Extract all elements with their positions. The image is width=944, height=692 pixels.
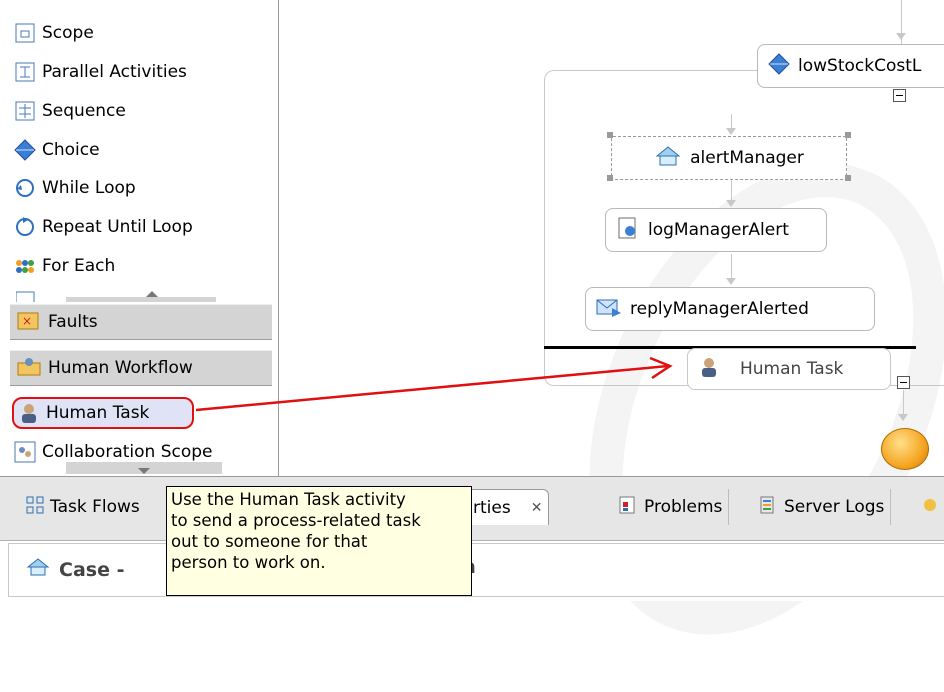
properties-view: Case - a <box>0 540 944 601</box>
tab-label: rties <box>473 497 511 518</box>
more-tabs-icon <box>920 495 940 520</box>
problems-icon <box>618 495 638 520</box>
properties-title: Case - <box>25 556 124 583</box>
tab-task-flows[interactable]: Task Flows <box>20 489 146 525</box>
task-flows-icon <box>26 496 44 519</box>
invoke-icon <box>25 556 51 583</box>
view-tab-bar: Task Flows rties ✕ Problems Server Logs <box>0 476 944 547</box>
properties-title-text: Case - <box>59 558 125 581</box>
close-icon[interactable]: ✕ <box>531 500 543 516</box>
tooltip-line: person to work on. <box>171 553 326 572</box>
tab-label: Task Flows <box>50 497 140 517</box>
tooltip-line: Use the Human Task activity <box>171 490 406 509</box>
tab-problems[interactable]: Problems <box>612 489 730 525</box>
tab-label: Problems <box>644 497 723 517</box>
tab-server-logs[interactable]: Server Logs <box>752 489 892 525</box>
tooltip-line: out to someone for that <box>171 532 368 551</box>
tab-label: Server Logs <box>784 497 885 517</box>
tooltip-line: to send a process-related task <box>171 511 421 530</box>
human-task-tooltip: Use the Human Task activity to send a pr… <box>166 486 472 596</box>
properties-header: Case - a <box>8 543 944 597</box>
tab-overflow[interactable] <box>920 489 944 525</box>
server-logs-icon <box>758 495 778 520</box>
